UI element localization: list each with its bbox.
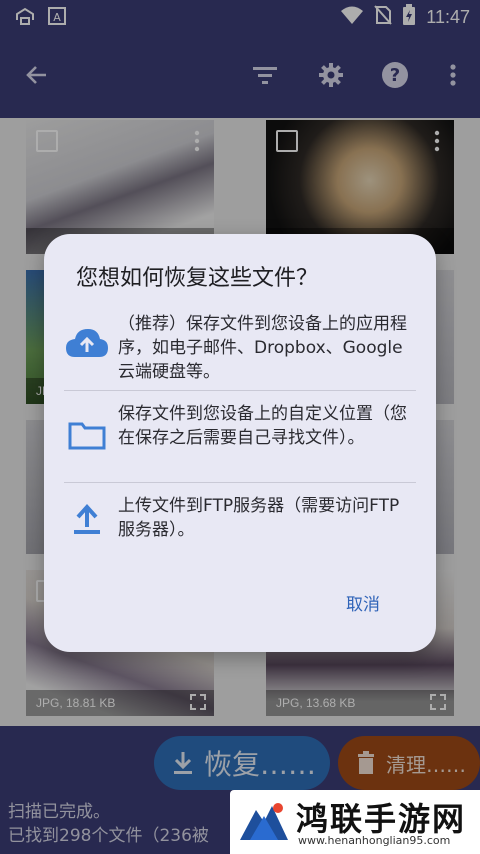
option-save-custom-location-text: 保存文件到您设备上的自定义位置（您在保存之后需要自己寻找文件）。 <box>118 404 407 448</box>
upload-icon <box>64 496 110 542</box>
divider <box>64 482 416 483</box>
option-upload-ftp[interactable]: 上传文件到FTP服务器（需要访问FTP服务器）。 <box>64 494 414 546</box>
cloud-upload-icon <box>64 320 110 366</box>
option-save-custom-location[interactable]: 保存文件到您设备上的自定义位置（您在保存之后需要自己寻找文件）。 <box>64 402 414 476</box>
option-save-to-app-text: （推荐）保存文件到您设备上的应用程序，如电子邮件、Dropbox、Google云… <box>118 314 407 382</box>
watermark-logo <box>236 796 292 846</box>
site-watermark: 鸿联手游网 www.henanhonglian95.com <box>230 790 480 854</box>
recover-options-dialog: 您想如何恢复这些文件？ （推荐）保存文件到您设备上的应用程序，如电子邮件、Dro… <box>44 234 436 652</box>
folder-icon <box>64 412 110 458</box>
dialog-title: 您想如何恢复这些文件？ <box>76 266 319 291</box>
option-upload-ftp-text: 上传文件到FTP服务器（需要访问FTP服务器）。 <box>118 496 400 540</box>
option-save-to-app[interactable]: （推荐）保存文件到您设备上的应用程序，如电子邮件、Dropbox、Google云… <box>64 312 414 386</box>
watermark-url: www.henanhonglian95.com <box>298 834 451 847</box>
cancel-button[interactable]: 取消 <box>346 590 380 615</box>
divider <box>64 390 416 391</box>
